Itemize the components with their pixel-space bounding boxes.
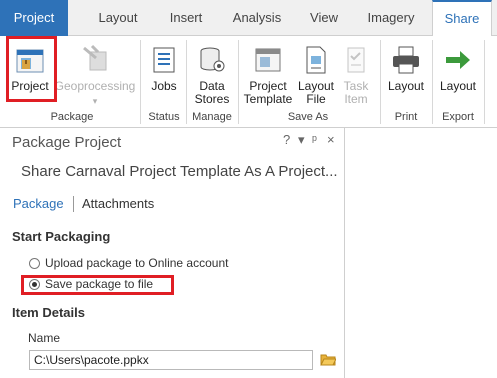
jobs-button-label: Jobs <box>151 79 177 93</box>
data-stores-button[interactable]: Data Stores <box>190 44 234 106</box>
pane-title: Package Project <box>12 134 122 151</box>
project-template-icon <box>255 48 281 72</box>
ribbon-share: Project Geoprocessing ▾ Package Jobs Sta… <box>0 36 497 128</box>
item-details-heading: Item Details <box>12 305 85 320</box>
export-layout-label: Layout <box>439 79 477 93</box>
tab-attachments[interactable]: Attachments <box>82 196 154 211</box>
name-label: Name <box>28 331 61 345</box>
project-template-label-2: Template <box>243 92 293 106</box>
jobs-icon <box>153 47 175 73</box>
pin-icon[interactable]: ᵖ <box>312 132 317 147</box>
geoprocessing-button-label: Geoprocessing <box>54 79 136 93</box>
name-field[interactable]: C:\Users\pacote.ppkx <box>29 350 313 370</box>
geoprocessing-package-button[interactable]: Geoprocessing ▾ <box>54 44 136 108</box>
pane-subtitle: Share Carnaval Project Template As A Pro… <box>21 163 338 180</box>
upload-online-label: Upload package to Online account <box>45 256 229 270</box>
export-arrow-icon <box>446 51 470 69</box>
pane-menu-chevron-icon[interactable]: ▾ <box>298 132 305 148</box>
package-project-pane: Package Project ? ▾ ᵖ × Share Carnaval P… <box>0 128 345 378</box>
task-item-label-2: Item <box>344 92 368 106</box>
group-label-package: Package <box>50 111 94 123</box>
group-divider <box>186 40 187 124</box>
tab-share[interactable]: Share <box>432 0 492 37</box>
help-button[interactable]: ? <box>283 132 290 147</box>
upload-online-radio[interactable] <box>29 257 40 269</box>
geoprocessing-icon <box>83 44 107 71</box>
database-gear-icon <box>200 47 225 72</box>
group-divider <box>484 40 485 124</box>
group-label-export: Export <box>442 111 474 123</box>
layout-file-label-1: Layout <box>297 79 335 93</box>
print-layout-button[interactable]: Layout <box>384 44 428 93</box>
tab-insert[interactable]: Insert <box>160 0 212 36</box>
project-template-label-1: Project <box>249 79 287 93</box>
project-template-button[interactable]: Project Template <box>242 44 294 106</box>
tab-view[interactable]: View <box>302 0 346 36</box>
group-divider <box>432 40 433 124</box>
tab-analysis[interactable]: Analysis <box>226 0 288 36</box>
task-item-label-1: Task <box>343 79 369 93</box>
geoprocessing-dropdown-icon[interactable]: ▾ <box>54 95 136 108</box>
layout-file-label-2: File <box>306 92 326 106</box>
browse-folder-icon[interactable] <box>320 352 336 366</box>
task-item-button[interactable]: Task Item <box>338 44 374 106</box>
group-divider <box>140 40 141 124</box>
data-stores-label-2: Stores <box>194 92 230 106</box>
layout-file-icon <box>306 46 326 74</box>
print-layout-label: Layout <box>387 79 425 93</box>
link-divider <box>73 196 74 212</box>
group-label-status: Status <box>148 111 180 123</box>
upload-online-option[interactable]: Upload package to Online account <box>29 256 228 270</box>
tab-layout[interactable]: Layout <box>88 0 148 36</box>
export-layout-button[interactable]: Layout <box>436 44 480 93</box>
group-divider <box>380 40 381 124</box>
start-packaging-heading: Start Packaging <box>12 229 111 244</box>
tab-imagery[interactable]: Imagery <box>360 0 422 36</box>
tab-package[interactable]: Package <box>13 196 64 211</box>
group-divider <box>238 40 239 124</box>
printer-icon <box>393 46 419 74</box>
ribbon-tab-bar: Project Layout Insert Analysis View Imag… <box>0 0 497 37</box>
tab-project[interactable]: Project <box>0 0 68 36</box>
task-item-icon <box>347 47 365 73</box>
close-icon[interactable]: × <box>327 132 335 147</box>
highlight-box-project <box>6 36 57 102</box>
group-label-print: Print <box>394 111 418 123</box>
highlight-box-save-to-file <box>21 275 174 295</box>
jobs-button[interactable]: Jobs <box>146 44 182 93</box>
data-stores-label-1: Data <box>199 79 225 93</box>
group-label-manage: Manage <box>192 111 232 123</box>
layout-file-button[interactable]: Layout File <box>296 44 336 106</box>
group-label-save-as: Save As <box>287 111 329 123</box>
